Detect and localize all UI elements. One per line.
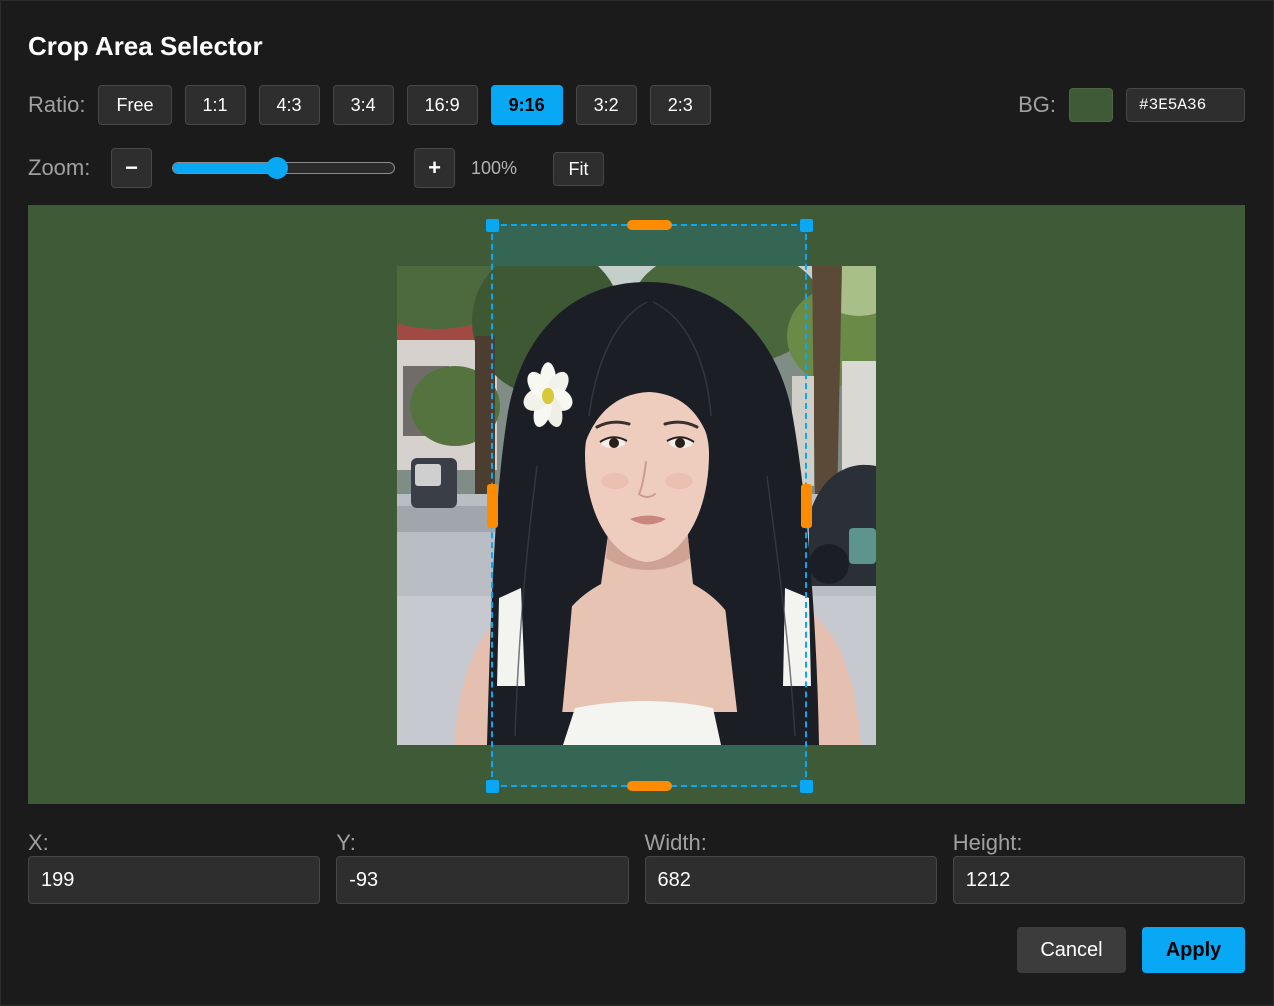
- ratio-button-16-9[interactable]: 16:9: [406, 85, 478, 125]
- zoom-percentage: 100%: [471, 158, 518, 178]
- width-input[interactable]: [644, 856, 937, 904]
- zoom-label: Zoom:: [28, 155, 91, 180]
- zoom-slider[interactable]: [172, 157, 395, 179]
- ratio-button-3-2[interactable]: 3:2: [575, 85, 637, 125]
- crop-canvas[interactable]: [28, 205, 1245, 804]
- apply-button[interactable]: Apply: [1142, 927, 1245, 973]
- zoom-slider-fill: [173, 163, 277, 173]
- background-color-group: BG:: [1018, 87, 1245, 123]
- ratio-button-3-4[interactable]: 3:4: [332, 85, 394, 125]
- ratio-button-4-3[interactable]: 4:3: [258, 85, 320, 125]
- crop-handle-right[interactable]: [801, 484, 812, 528]
- ratio-button-2-3[interactable]: 2:3: [649, 85, 711, 125]
- x-input[interactable]: [28, 856, 321, 904]
- y-field: Y:: [336, 829, 629, 904]
- ratio-button-free[interactable]: Free: [98, 85, 172, 125]
- ratio-button-9-16[interactable]: 9:16: [490, 85, 563, 125]
- crop-handle-top-left[interactable]: [486, 219, 499, 232]
- y-label: Y:: [336, 830, 356, 855]
- crop-dialog: Crop Area Selector Ratio: Free 1:1 4:3 3…: [0, 0, 1274, 1006]
- crop-handle-bottom-right[interactable]: [800, 780, 813, 793]
- zoom-out-button[interactable]: −: [111, 148, 152, 188]
- bg-label: BG:: [1018, 92, 1056, 117]
- width-label: Width:: [644, 830, 707, 855]
- x-label: X:: [28, 830, 49, 855]
- ratio-button-1-1[interactable]: 1:1: [184, 85, 246, 125]
- crop-handle-bottom-left[interactable]: [486, 780, 499, 793]
- bg-hex-input[interactable]: [1126, 88, 1245, 122]
- crop-handle-left[interactable]: [487, 484, 498, 528]
- crop-handle-top-right[interactable]: [800, 219, 813, 232]
- zoom-in-button[interactable]: +: [414, 148, 455, 188]
- ratio-label: Ratio:: [28, 92, 86, 117]
- crop-handle-top[interactable]: [627, 220, 672, 230]
- height-input[interactable]: [952, 856, 1245, 904]
- cancel-button[interactable]: Cancel: [1017, 927, 1126, 973]
- zoom-slider-thumb[interactable]: [265, 157, 288, 179]
- crop-rectangle[interactable]: [491, 224, 807, 787]
- height-field: Height:: [952, 829, 1245, 904]
- fit-button[interactable]: Fit: [553, 152, 604, 186]
- crop-handle-bottom[interactable]: [627, 781, 672, 791]
- dialog-title: Crop Area Selector: [28, 31, 263, 61]
- bg-color-swatch[interactable]: [1069, 88, 1113, 122]
- ratio-toolbar: Ratio: Free 1:1 4:3 3:4 16:9 9:16 3:2 2:…: [28, 85, 711, 125]
- width-field: Width:: [644, 829, 937, 904]
- x-field: X:: [28, 829, 321, 904]
- crop-coordinates: X: Y: Width: Height:: [28, 829, 1245, 904]
- y-input[interactable]: [336, 856, 629, 904]
- height-label: Height:: [952, 830, 1023, 855]
